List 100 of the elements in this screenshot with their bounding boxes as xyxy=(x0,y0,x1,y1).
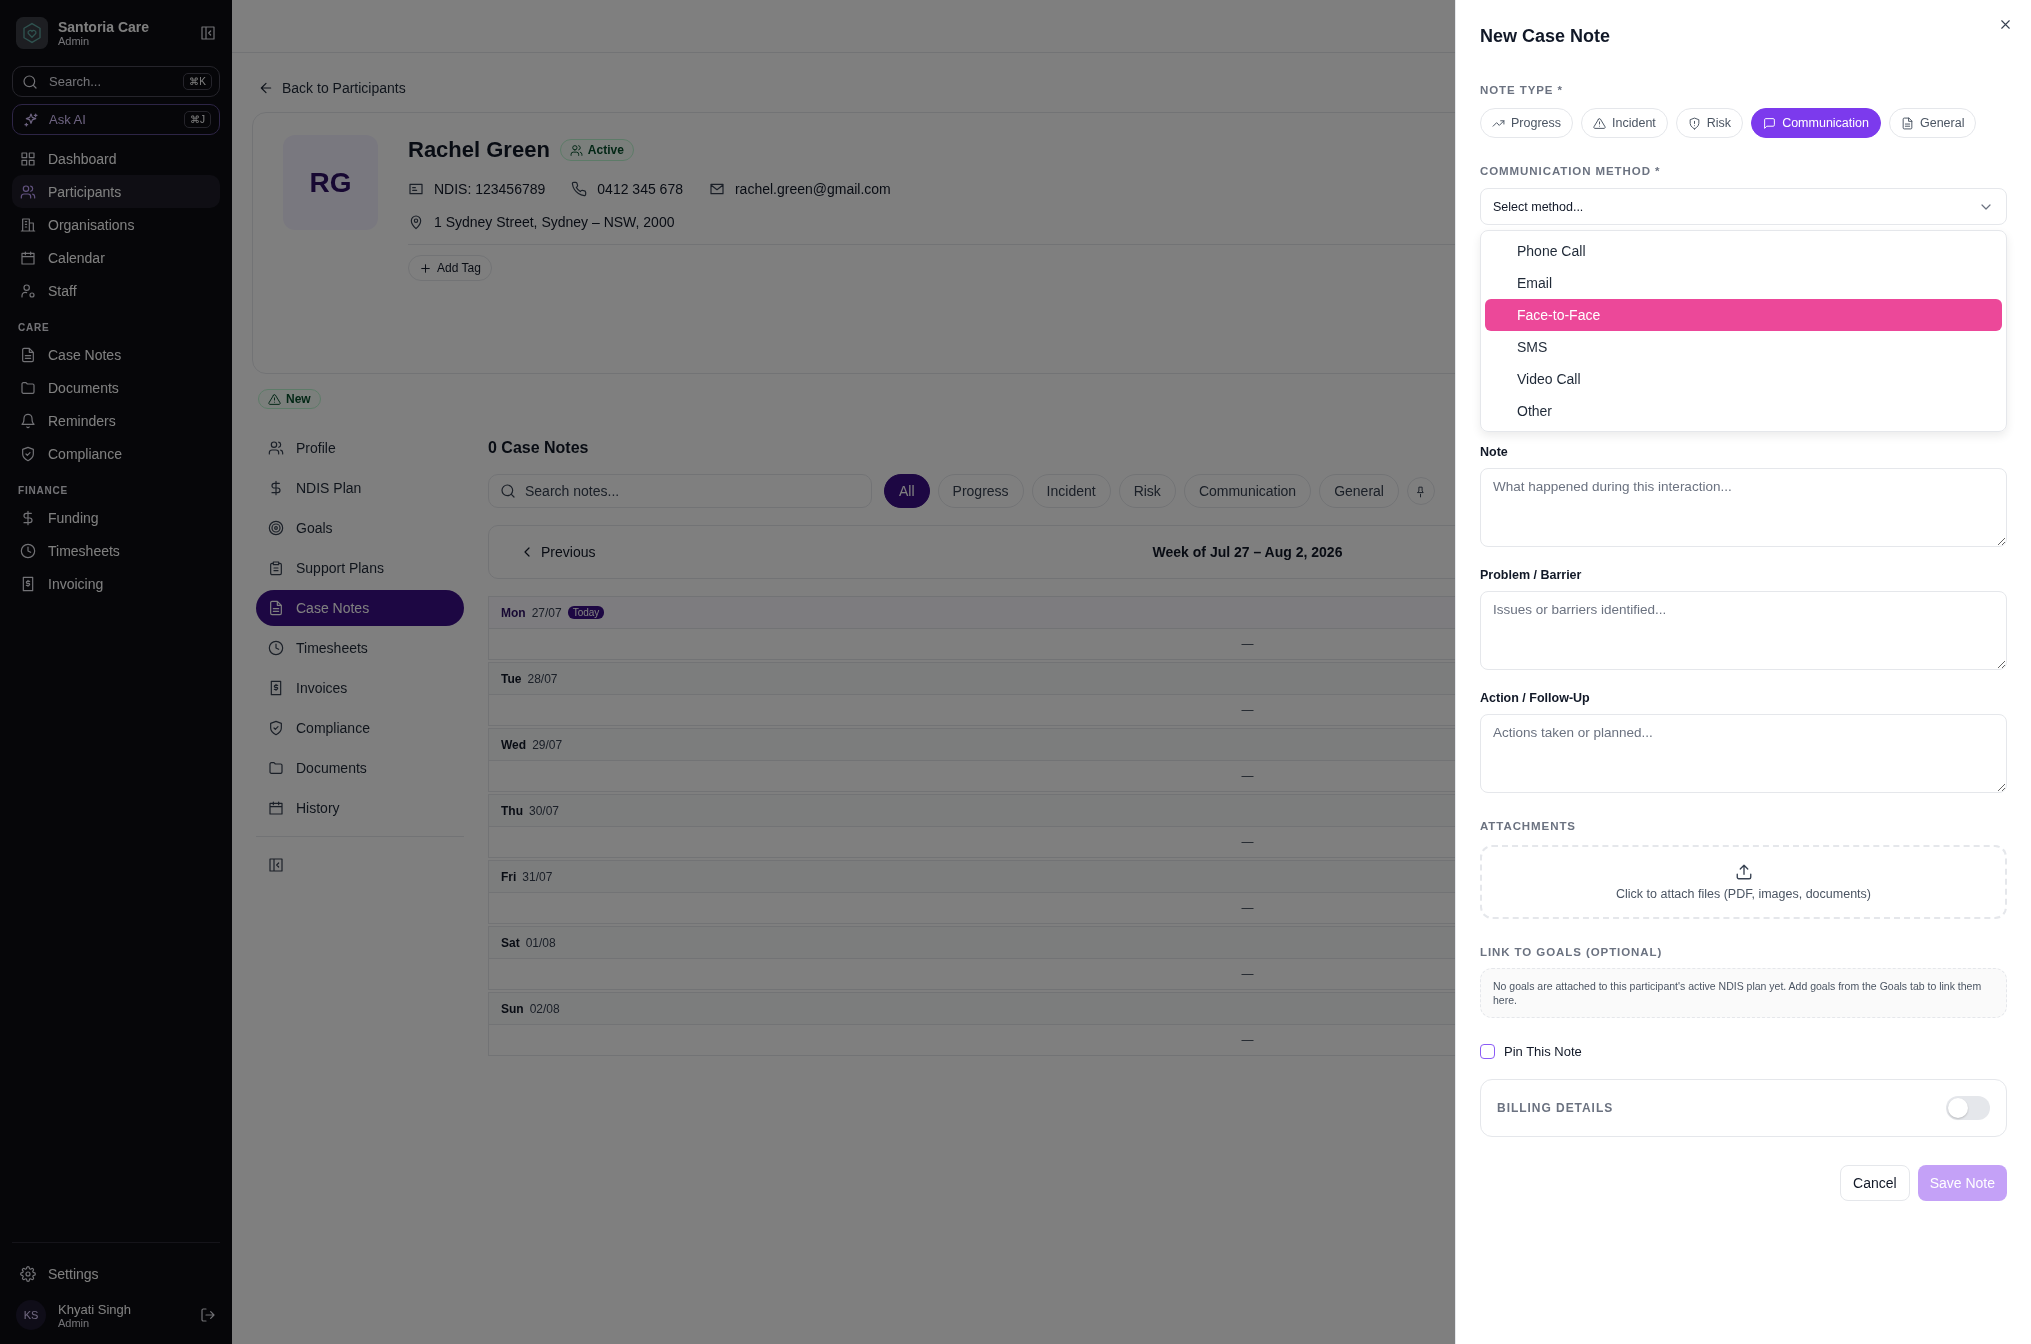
profile-tab[interactable]: Profile xyxy=(256,430,464,466)
note-type-chip[interactable]: Risk xyxy=(1675,108,1744,138)
filter-chip[interactable]: Risk xyxy=(1118,474,1176,508)
nav-item[interactable]: Calendar xyxy=(12,241,220,274)
nav-item[interactable]: Timesheets xyxy=(12,534,220,567)
calendar-icon xyxy=(20,249,36,266)
text-area[interactable]: Actions taken or planned... xyxy=(1480,714,2007,793)
dropdown-option[interactable]: Face-to-Face xyxy=(1485,299,2002,331)
panel-collapse-icon[interactable] xyxy=(268,857,284,873)
section-heading: CARE xyxy=(17,321,51,335)
empty-entry: — xyxy=(1241,637,1254,651)
empty-entry: — xyxy=(1241,835,1254,849)
shortcut-key: ⌘K xyxy=(183,73,212,90)
ndis-number: NDIS: 123456789 xyxy=(434,181,546,197)
dollar-icon xyxy=(268,480,284,496)
day-name: Tue xyxy=(501,671,522,686)
empty-entry: — xyxy=(1241,703,1254,717)
dropdown-option[interactable]: Phone Call xyxy=(1485,235,2002,267)
billing-toggle[interactable] xyxy=(1946,1096,1990,1121)
receipt-icon xyxy=(20,575,36,592)
note-type-chip[interactable]: Progress xyxy=(1480,108,1574,138)
day-date: 28/07 xyxy=(527,671,558,686)
profile-tab[interactable]: Compliance xyxy=(256,710,464,746)
filter-chip[interactable]: Progress xyxy=(937,474,1024,508)
document-icon xyxy=(1900,116,1914,130)
upload-icon xyxy=(1734,863,1753,881)
profile-tab[interactable]: Documents xyxy=(256,750,464,786)
goals-message: No goals are attached to this participant's active NDIS plan yet. Add goals from the Goals tab to link them here. xyxy=(1480,968,2007,1019)
settings-link[interactable]: Settings xyxy=(12,1257,220,1290)
profile-tab[interactable]: Case Notes xyxy=(256,590,464,626)
filter-chip[interactable]: Communication xyxy=(1183,474,1312,508)
field-label: Note xyxy=(1480,445,1509,459)
dropdown-option[interactable]: Video Call xyxy=(1485,363,2002,395)
id-card-icon xyxy=(408,181,424,197)
previous-button[interactable]: Previous xyxy=(513,543,602,561)
document-icon xyxy=(268,600,284,616)
filter-chip[interactable]: Incident xyxy=(1031,474,1111,508)
status-text: Active xyxy=(587,143,624,157)
nav-item[interactable]: Participants xyxy=(12,175,220,208)
note-type-chip[interactable]: Communication xyxy=(1751,108,1881,138)
speech-bubble-icon xyxy=(1763,116,1777,130)
drop-hint: Click to attach files (PDF, images, documents) xyxy=(1616,887,1871,901)
pin-checkbox[interactable] xyxy=(1480,1044,1495,1060)
email-address: rachel.green@gmail.com xyxy=(734,181,891,197)
nav-item[interactable]: Documents xyxy=(12,371,220,404)
pin-filter-button[interactable] xyxy=(1406,477,1435,505)
sidebar-toggle-icon[interactable] xyxy=(200,25,216,41)
shield-check-icon xyxy=(268,720,284,736)
nav-item[interactable]: Case Notes xyxy=(12,338,220,371)
day-date: 29/07 xyxy=(532,737,563,752)
building-icon xyxy=(20,216,36,233)
dropdown-option[interactable]: Other xyxy=(1485,395,2002,427)
field-label: Action / Follow-Up xyxy=(1480,691,1591,705)
note-type-chip[interactable]: Incident xyxy=(1581,108,1668,138)
profile-tab[interactable]: Invoices xyxy=(256,670,464,706)
ask-ai-button[interactable]: Ask AI ⌘J xyxy=(12,104,220,135)
cancel-button[interactable]: Cancel xyxy=(1840,1165,1910,1202)
badge-text: New xyxy=(286,392,311,406)
nav-item[interactable]: Dashboard xyxy=(12,142,220,175)
note-type-chip[interactable]: General xyxy=(1888,108,1977,138)
dropdown-option[interactable]: SMS xyxy=(1485,331,2002,363)
profile-tab[interactable]: Timesheets xyxy=(256,630,464,666)
logout-icon[interactable] xyxy=(200,1307,216,1323)
text-area[interactable]: What happened during this interaction... xyxy=(1480,468,2007,547)
filter-chip[interactable]: All xyxy=(884,474,930,508)
filter-chip[interactable]: General xyxy=(1319,474,1399,508)
nav-item[interactable]: Compliance xyxy=(12,437,220,470)
day-date: 01/08 xyxy=(525,935,556,950)
day-name: Wed xyxy=(501,737,527,752)
settings-icon xyxy=(20,1265,36,1282)
method-select[interactable]: Select method... xyxy=(1480,188,2007,225)
file-drop-zone[interactable]: Click to attach files (PDF, images, documents) xyxy=(1480,845,2007,919)
profile-tab[interactable]: History xyxy=(256,790,464,826)
close-icon[interactable] xyxy=(1998,17,2013,32)
nav-item[interactable]: Organisations xyxy=(12,208,220,241)
nav-item[interactable]: Reminders xyxy=(12,404,220,437)
profile-tab[interactable]: NDIS Plan xyxy=(256,470,464,506)
section-title: 0 Case Notes xyxy=(488,439,589,458)
day-name: Thu xyxy=(501,803,523,818)
address-text: 1 Sydney Street, Sydney – NSW, 2000 xyxy=(434,214,675,230)
nav-item[interactable]: Staff xyxy=(12,274,220,307)
text-area[interactable]: Issues or barriers identified... xyxy=(1480,591,2007,670)
billing-label: BILLING DETAILS xyxy=(1497,1101,1614,1116)
nav-item[interactable]: Invoicing xyxy=(12,567,220,600)
people-icon xyxy=(20,183,36,200)
profile-tab[interactable]: Goals xyxy=(256,510,464,546)
add-tag-button[interactable]: Add Tag xyxy=(408,255,492,281)
search-icon xyxy=(500,483,516,499)
folder-icon xyxy=(20,379,36,396)
back-link[interactable]: Back to Participants xyxy=(258,80,406,96)
document-icon xyxy=(20,346,36,363)
target-icon xyxy=(268,520,284,536)
profile-tab[interactable]: Support Plans xyxy=(256,550,464,586)
people-icon xyxy=(268,440,284,456)
user-gear-icon xyxy=(20,282,36,299)
day-name: Fri xyxy=(501,869,517,884)
nav-item[interactable]: Funding xyxy=(12,501,220,534)
shield-check-icon xyxy=(20,445,36,462)
field-label: NOTE TYPE * xyxy=(1480,84,1564,96)
dropdown-option[interactable]: Email xyxy=(1485,267,2002,299)
